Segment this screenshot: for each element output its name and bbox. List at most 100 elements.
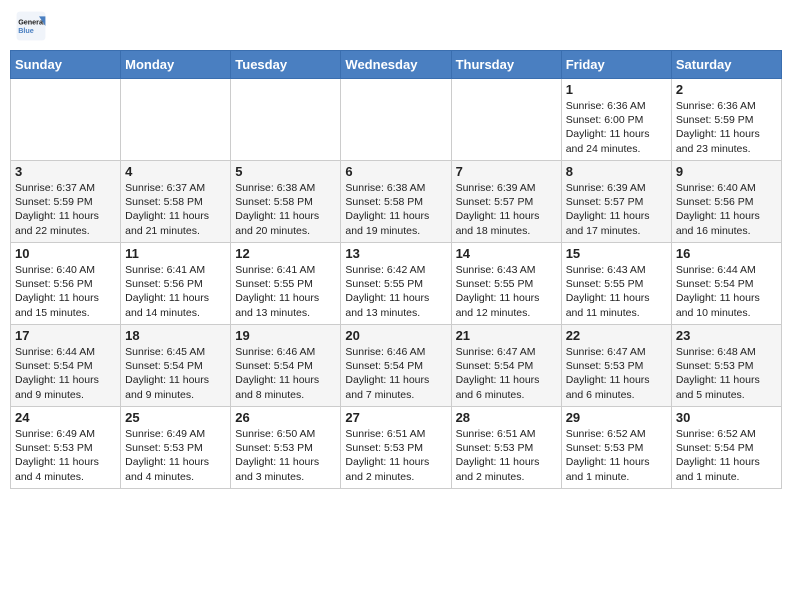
calendar-cell: 13Sunrise: 6:42 AMSunset: 5:55 PMDayligh… xyxy=(341,243,451,325)
day-info: Daylight: 11 hours and 6 minutes. xyxy=(456,373,557,401)
calendar-cell xyxy=(11,79,121,161)
day-number: 18 xyxy=(125,328,226,343)
calendar-cell: 24Sunrise: 6:49 AMSunset: 5:53 PMDayligh… xyxy=(11,407,121,489)
day-number: 15 xyxy=(566,246,667,261)
day-info: Daylight: 11 hours and 6 minutes. xyxy=(566,373,667,401)
day-info: Sunrise: 6:49 AM xyxy=(125,427,226,441)
calendar-cell: 9Sunrise: 6:40 AMSunset: 5:56 PMDaylight… xyxy=(671,161,781,243)
day-info: Sunset: 5:54 PM xyxy=(15,359,116,373)
day-info: Sunset: 5:54 PM xyxy=(345,359,446,373)
day-info: Sunrise: 6:46 AM xyxy=(345,345,446,359)
day-info: Daylight: 11 hours and 4 minutes. xyxy=(125,455,226,483)
calendar-cell: 23Sunrise: 6:48 AMSunset: 5:53 PMDayligh… xyxy=(671,325,781,407)
day-info: Sunrise: 6:37 AM xyxy=(125,181,226,195)
day-info: Daylight: 11 hours and 1 minute. xyxy=(566,455,667,483)
calendar-cell: 10 Sunrise: 6:40 AMSunset: 5:56 PMDayligh… xyxy=(11,243,121,325)
day-info: Sunrise: 6:51 AM xyxy=(456,427,557,441)
day-info: Sunset: 5:53 PM xyxy=(345,441,446,455)
day-info: Sunset: 5:53 PM xyxy=(566,359,667,373)
day-number: 2 xyxy=(676,82,777,97)
day-info: Sunset: 5:53 PM xyxy=(456,441,557,455)
day-info: Daylight: 11 hours and 9 minutes. xyxy=(15,373,116,401)
day-info: Sunset: 5:55 PM xyxy=(235,277,336,291)
calendar-cell: 8Sunrise: 6:39 AMSunset: 5:57 PMDaylight… xyxy=(561,161,671,243)
day-info: Sunset: 5:59 PM xyxy=(15,195,116,209)
calendar-cell: 4Sunrise: 6:37 AMSunset: 5:58 PMDaylight… xyxy=(121,161,231,243)
day-info: Daylight: 11 hours and 7 minutes. xyxy=(345,373,446,401)
day-info: Daylight: 11 hours and 24 minutes. xyxy=(566,127,667,155)
day-info: Sunrise: 6:37 AM xyxy=(15,181,116,195)
day-info: Sunrise: 6:47 AM xyxy=(566,345,667,359)
day-number: 26 xyxy=(235,410,336,425)
day-info: Daylight: 11 hours and 22 minutes. xyxy=(15,209,116,237)
day-number: 10 xyxy=(15,246,116,261)
day-info: Daylight: 11 hours and 19 minutes. xyxy=(345,209,446,237)
day-number: 3 xyxy=(15,164,116,179)
calendar-cell: 27Sunrise: 6:51 AMSunset: 5:53 PMDayligh… xyxy=(341,407,451,489)
day-info: Sunrise: 6:41 AM xyxy=(125,263,226,277)
day-info: Daylight: 11 hours and 12 minutes. xyxy=(456,291,557,319)
day-info: Sunset: 5:54 PM xyxy=(676,277,777,291)
day-number: 17 xyxy=(15,328,116,343)
day-info: Sunrise: 6:52 AM xyxy=(676,427,777,441)
day-info: Sunset: 5:59 PM xyxy=(676,113,777,127)
day-info: Daylight: 11 hours and 2 minutes. xyxy=(456,455,557,483)
day-info: Daylight: 11 hours and 1 minute. xyxy=(676,455,777,483)
day-number: 6 xyxy=(345,164,446,179)
day-number: 11 xyxy=(125,246,226,261)
day-info: Daylight: 11 hours and 11 minutes. xyxy=(566,291,667,319)
day-info: Daylight: 11 hours and 3 minutes. xyxy=(235,455,336,483)
calendar-week: 17Sunrise: 6:44 AMSunset: 5:54 PMDayligh… xyxy=(11,325,782,407)
day-info: Sunset: 5:54 PM xyxy=(235,359,336,373)
day-info: Sunset: 5:54 PM xyxy=(456,359,557,373)
calendar-cell: 21Sunrise: 6:47 AMSunset: 5:54 PMDayligh… xyxy=(451,325,561,407)
calendar-cell: 11Sunrise: 6:41 AMSunset: 5:56 PMDayligh… xyxy=(121,243,231,325)
day-info: Sunrise: 6:51 AM xyxy=(345,427,446,441)
day-info: Sunrise: 6:48 AM xyxy=(676,345,777,359)
day-info: Sunrise: 6:47 AM xyxy=(456,345,557,359)
day-info: Sunrise: 6:50 AM xyxy=(235,427,336,441)
day-info: Sunset: 5:56 PM xyxy=(676,195,777,209)
day-info: Daylight: 11 hours and 18 minutes. xyxy=(456,209,557,237)
day-info: Sunrise: 6:38 AM xyxy=(235,181,336,195)
day-info: Sunrise: 6:43 AM xyxy=(456,263,557,277)
day-info: Sunrise: 6:40 AM xyxy=(15,263,116,277)
day-number: 8 xyxy=(566,164,667,179)
calendar-cell: 5Sunrise: 6:38 AMSunset: 5:58 PMDaylight… xyxy=(231,161,341,243)
day-number: 22 xyxy=(566,328,667,343)
day-number: 14 xyxy=(456,246,557,261)
day-info: Sunset: 5:58 PM xyxy=(125,195,226,209)
day-info: Sunrise: 6:44 AM xyxy=(15,345,116,359)
calendar-cell: 1Sunrise: 6:36 AMSunset: 6:00 PMDaylight… xyxy=(561,79,671,161)
day-number: 9 xyxy=(676,164,777,179)
calendar-cell: 16Sunrise: 6:44 AMSunset: 5:54 PMDayligh… xyxy=(671,243,781,325)
page-header: General Blue xyxy=(10,10,782,42)
calendar-cell: 22 Sunrise: 6:47 AMSunset: 5:53 PMDayligh… xyxy=(561,325,671,407)
calendar-cell: 2Sunrise: 6:36 AMSunset: 5:59 PMDaylight… xyxy=(671,79,781,161)
day-info: Sunset: 5:56 PM xyxy=(15,277,116,291)
day-info: Daylight: 11 hours and 20 minutes. xyxy=(235,209,336,237)
calendar-cell: 14Sunrise: 6:43 AMSunset: 5:55 PMDayligh… xyxy=(451,243,561,325)
day-info: Sunrise: 6:43 AM xyxy=(566,263,667,277)
calendar-cell: 18Sunrise: 6:45 AMSunset: 5:54 PMDayligh… xyxy=(121,325,231,407)
header-day: Friday xyxy=(561,51,671,79)
day-info: Sunrise: 6:40 AM xyxy=(676,181,777,195)
day-info: Daylight: 11 hours and 15 minutes. xyxy=(15,291,116,319)
day-number: 23 xyxy=(676,328,777,343)
calendar-cell xyxy=(121,79,231,161)
day-info: Daylight: 11 hours and 13 minutes. xyxy=(345,291,446,319)
day-info: Daylight: 11 hours and 4 minutes. xyxy=(15,455,116,483)
day-info: Sunrise: 6:44 AM xyxy=(676,263,777,277)
calendar-cell xyxy=(451,79,561,161)
day-info: Sunset: 5:54 PM xyxy=(676,441,777,455)
header-day: Thursday xyxy=(451,51,561,79)
day-info: Sunset: 5:55 PM xyxy=(345,277,446,291)
day-info: Daylight: 11 hours and 17 minutes. xyxy=(566,209,667,237)
day-info: Daylight: 11 hours and 5 minutes. xyxy=(676,373,777,401)
calendar-week: 3Sunrise: 6:37 AMSunset: 5:59 PMDaylight… xyxy=(11,161,782,243)
day-number: 29 xyxy=(566,410,667,425)
day-info: Daylight: 11 hours and 10 minutes. xyxy=(676,291,777,319)
calendar-cell: 29Sunrise: 6:52 AMSunset: 5:53 PMDayligh… xyxy=(561,407,671,489)
logo: General Blue xyxy=(15,10,51,42)
day-number: 20 xyxy=(345,328,446,343)
